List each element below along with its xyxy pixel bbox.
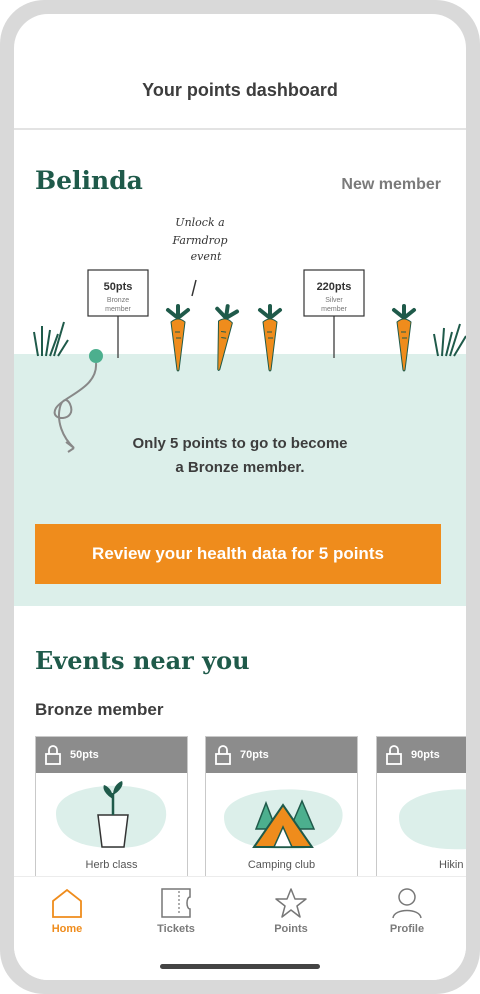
plant-pot-icon bbox=[56, 781, 167, 848]
silver-label-1: Silver bbox=[325, 297, 343, 304]
card-header: 90pts bbox=[377, 737, 466, 773]
card-label: Camping club bbox=[247, 859, 316, 871]
ticket-icon bbox=[161, 888, 191, 918]
event-card[interactable]: 50pts Herb class bbox=[35, 736, 188, 884]
card-header: 70pts bbox=[206, 737, 357, 773]
tent-trees-icon bbox=[224, 789, 343, 850]
silver-points: 220pts bbox=[317, 281, 352, 293]
star-icon bbox=[275, 888, 307, 918]
progress-line-2: a Bronze member. bbox=[175, 459, 305, 476]
card-points: 90pts bbox=[411, 749, 440, 761]
lock-icon bbox=[386, 745, 402, 765]
progress-line-1: Only 5 points to go to become bbox=[132, 435, 348, 452]
nav-home-label: Home bbox=[51, 923, 83, 935]
annotation-line-1: Unlock a bbox=[175, 216, 224, 229]
lock-icon bbox=[45, 745, 61, 765]
nav-home[interactable]: Home bbox=[22, 887, 112, 935]
member-status: New member bbox=[341, 176, 441, 193]
bronze-points: 50pts bbox=[104, 281, 133, 293]
home-icon bbox=[52, 888, 82, 918]
card-label: Herb class bbox=[85, 859, 138, 871]
events-section-title: Events near you bbox=[35, 646, 250, 675]
carrot-icon bbox=[258, 304, 282, 372]
nav-points-label: Points bbox=[274, 923, 308, 935]
carrot-icon bbox=[392, 304, 416, 372]
silver-label-2: member bbox=[321, 306, 347, 313]
nav-profile-label: Profile bbox=[389, 923, 425, 935]
review-health-data-button[interactable]: Review your health data for 5 points bbox=[35, 524, 441, 584]
tier-title: Bronze member bbox=[35, 700, 164, 719]
card-label: Hikin bbox=[439, 859, 464, 871]
header: Your points dashboard bbox=[14, 14, 466, 130]
silver-milestone-sign: 220pts Silver member bbox=[303, 269, 365, 358]
event-card[interactable]: 90pts Hikin bbox=[376, 736, 466, 884]
device-frame: Your points dashboard Belinda New member… bbox=[0, 0, 480, 994]
card-points: 70pts bbox=[240, 749, 269, 761]
screen: Your points dashboard Belinda New member… bbox=[14, 14, 466, 980]
bronze-label-1: Bronze bbox=[107, 297, 129, 304]
carrot-icon bbox=[215, 304, 240, 371]
hiking-icon bbox=[399, 789, 466, 850]
progress-message: Only 5 points to go to become a Bronze m… bbox=[14, 432, 466, 480]
person-icon bbox=[392, 888, 422, 919]
card-header: 50pts bbox=[36, 737, 187, 773]
home-indicator[interactable] bbox=[160, 964, 320, 969]
nav-tickets-label: Tickets bbox=[157, 923, 195, 935]
annotation-pointer bbox=[191, 279, 197, 297]
nav-tickets[interactable]: Tickets bbox=[131, 887, 221, 935]
nav-points[interactable]: Points bbox=[246, 887, 336, 935]
grass-icon bbox=[433, 323, 466, 357]
page-title: Your points dashboard bbox=[142, 80, 338, 100]
nav-profile[interactable]: Profile bbox=[362, 887, 452, 935]
user-name: Belinda bbox=[35, 166, 143, 195]
lock-icon bbox=[215, 745, 231, 765]
bronze-label-2: member bbox=[105, 306, 131, 313]
card-points: 50pts bbox=[70, 749, 99, 761]
annotation-line-2: Farmdrop bbox=[171, 234, 227, 247]
annotation-line-3: event bbox=[191, 250, 222, 263]
carrot-icon bbox=[166, 304, 190, 372]
event-card[interactable]: 70pts Camping club bbox=[205, 736, 358, 884]
